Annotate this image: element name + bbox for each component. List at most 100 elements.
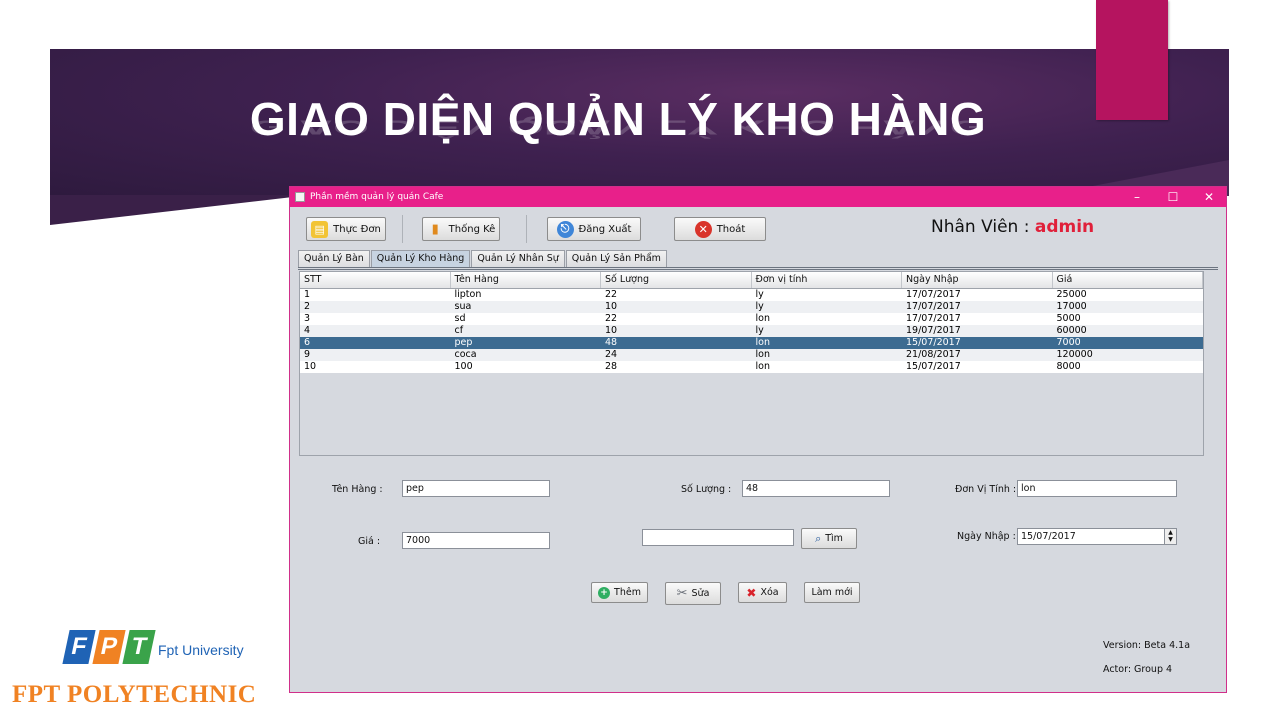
window-titlebar: Phần mềm quản lý quán Cafe: [290, 187, 1226, 207]
edit-button[interactable]: ✂ Sửa: [665, 582, 721, 605]
tab-underline: [298, 267, 1218, 270]
stats-button[interactable]: ▮ Thống Kê: [422, 217, 500, 241]
employee-name: admin: [1034, 217, 1095, 237]
table-cell: 48: [605, 337, 618, 348]
minimize-button[interactable]: –: [1122, 187, 1152, 207]
table-cell: 10: [605, 301, 618, 312]
window-title: Phần mềm quản lý quán Cafe: [310, 192, 444, 202]
quantity-label: Số Lượng :: [681, 484, 732, 495]
name-label: Tên Hàng :: [332, 484, 383, 495]
exit-button-label: Thoát: [716, 223, 746, 235]
spinner-arrows-icon[interactable]: ▲ ▼: [1164, 529, 1176, 544]
table-cell: 17000: [1056, 301, 1087, 312]
table-cell: 60000: [1056, 325, 1087, 336]
table-cell: ly: [755, 289, 764, 300]
table-cell: 6: [304, 337, 311, 348]
close-window-button[interactable]: ✕: [1194, 187, 1224, 207]
stats-button-label: Thống Kê: [448, 223, 496, 235]
table-cell: 25000: [1056, 289, 1087, 300]
exit-button[interactable]: ✕ Thoát: [674, 217, 766, 241]
search-input[interactable]: [642, 529, 794, 546]
refresh-button[interactable]: Làm mới: [804, 582, 860, 603]
price-label: Giá :: [358, 536, 381, 547]
name-input[interactable]: pep: [402, 480, 550, 497]
logo-university-text: Fpt University: [158, 642, 244, 658]
table-cell: 120000: [1056, 349, 1093, 360]
table-cell: lipton: [454, 289, 482, 300]
table-cell: 21/08/2017: [906, 349, 961, 360]
table-body: 1 lipton 22 ly 17/07/2017 25000 2 sua 10 ly 17/07/…: [300, 289, 1203, 373]
delete-button[interactable]: ✖ Xóa: [738, 582, 787, 603]
price-input[interactable]: 7000: [402, 532, 550, 549]
maximize-button[interactable]: ☐: [1158, 187, 1188, 207]
unit-input[interactable]: lon: [1017, 480, 1177, 497]
table-header: STT Tên Hàng Số Lượng Đơn vị tính Ngày N…: [300, 272, 1203, 289]
table-cell: 3: [304, 313, 311, 324]
table-cell: 8000: [1056, 361, 1081, 372]
tab-bar: Quản Lý Bàn Quản Lý Kho Hàng Quản Lý Nhâ…: [298, 250, 668, 267]
column-header[interactable]: Ngày Nhập: [902, 272, 1053, 288]
column-header[interactable]: Giá: [1053, 272, 1203, 288]
logo-letter-t: T: [122, 630, 156, 664]
table-row[interactable]: 3 sd 22 lon 17/07/2017 5000: [300, 313, 1203, 325]
add-button[interactable]: + Thêm: [591, 582, 648, 603]
tab-product-management[interactable]: Quản Lý Sản Phẩm: [565, 250, 667, 267]
clipboard-icon: ▤: [311, 220, 329, 238]
polytechnic-logo: FPT POLYTECHNIC: [12, 681, 257, 708]
app-window: Phần mềm quản lý quán Cafe – ☐ ✕ ▤ Thực …: [289, 186, 1227, 693]
column-header[interactable]: Số Lượng: [601, 272, 752, 288]
column-header[interactable]: Đơn vị tính: [752, 272, 902, 288]
table-cell: 17/07/2017: [906, 289, 961, 300]
slide-title-reflection: GIAO DIỆN QUẢN LÝ KHO HÀNG: [249, 116, 987, 140]
table-row[interactable]: 4 cf 10 ly 19/07/2017 60000: [300, 325, 1203, 337]
table-cell: lon: [755, 313, 770, 324]
logout-button-label: Đăng Xuất: [578, 223, 632, 235]
table-cell: 9: [304, 349, 311, 360]
tab-warehouse-management[interactable]: Quản Lý Kho Hàng: [370, 250, 471, 267]
banner-wedge: [50, 195, 310, 225]
date-spinner[interactable]: 15/07/2017 ▲ ▼: [1017, 528, 1177, 545]
table-cell: 7000: [1056, 337, 1081, 348]
table-cell: 22: [605, 313, 618, 324]
logout-button[interactable]: ⎋ Đăng Xuất: [547, 217, 641, 241]
table-cell: lon: [755, 361, 770, 372]
table-cell: 1: [304, 289, 311, 300]
search-button-label: Tìm: [825, 533, 843, 544]
table-cell: 17/07/2017: [906, 313, 961, 324]
date-value: 15/07/2017: [1021, 531, 1076, 542]
refresh-button-label: Làm mới: [811, 587, 853, 598]
employee-label: Nhân Viên :: [931, 217, 1030, 237]
table-row[interactable]: 6 pep 48 lon 15/07/2017 7000: [300, 337, 1203, 349]
warehouse-table: STT Tên Hàng Số Lượng Đơn vị tính Ngày N…: [299, 271, 1204, 456]
menu-button[interactable]: ▤ Thực Đơn: [306, 217, 386, 241]
table-row[interactable]: 1 lipton 22 ly 17/07/2017 25000: [300, 289, 1203, 301]
table-cell: 4: [304, 325, 311, 336]
table-cell: 100: [454, 361, 473, 372]
actor-text: Actor: Group 4: [1103, 664, 1173, 675]
table-row[interactable]: 2 sua 10 ly 17/07/2017 17000: [300, 301, 1203, 313]
column-header[interactable]: STT: [300, 272, 451, 288]
table-cell: sd: [454, 313, 466, 324]
logo-letter-p: P: [92, 630, 126, 664]
column-header[interactable]: Tên Hàng: [451, 272, 601, 288]
table-cell: 15/07/2017: [906, 361, 961, 372]
close-circle-icon: ✕: [694, 220, 712, 238]
table-cell: 10: [304, 361, 317, 372]
tab-table-management[interactable]: Quản Lý Bàn: [298, 250, 370, 267]
version-text: Version: Beta 4.1a: [1103, 640, 1191, 651]
table-cell: 22: [605, 289, 618, 300]
delete-button-label: Xóa: [760, 587, 779, 598]
quantity-input[interactable]: 48: [742, 480, 890, 497]
tab-staff-management[interactable]: Quản Lý Nhân Sự: [471, 250, 565, 267]
table-row[interactable]: 10 100 28 lon 15/07/2017 8000: [300, 361, 1203, 373]
search-button[interactable]: ⌕ Tìm: [801, 528, 857, 549]
table-cell: cf: [454, 325, 464, 336]
delete-x-icon: ✖: [746, 585, 757, 600]
table-row[interactable]: 9 coca 24 lon 21/08/2017 120000: [300, 349, 1203, 361]
menu-button-label: Thực Đơn: [333, 223, 381, 235]
table-cell: 24: [605, 349, 618, 360]
toolbar-separator: [402, 215, 403, 243]
table-cell: lon: [755, 337, 770, 348]
fpt-university-logo: F P T Fpt University: [62, 626, 244, 670]
add-button-label: Thêm: [614, 587, 641, 598]
